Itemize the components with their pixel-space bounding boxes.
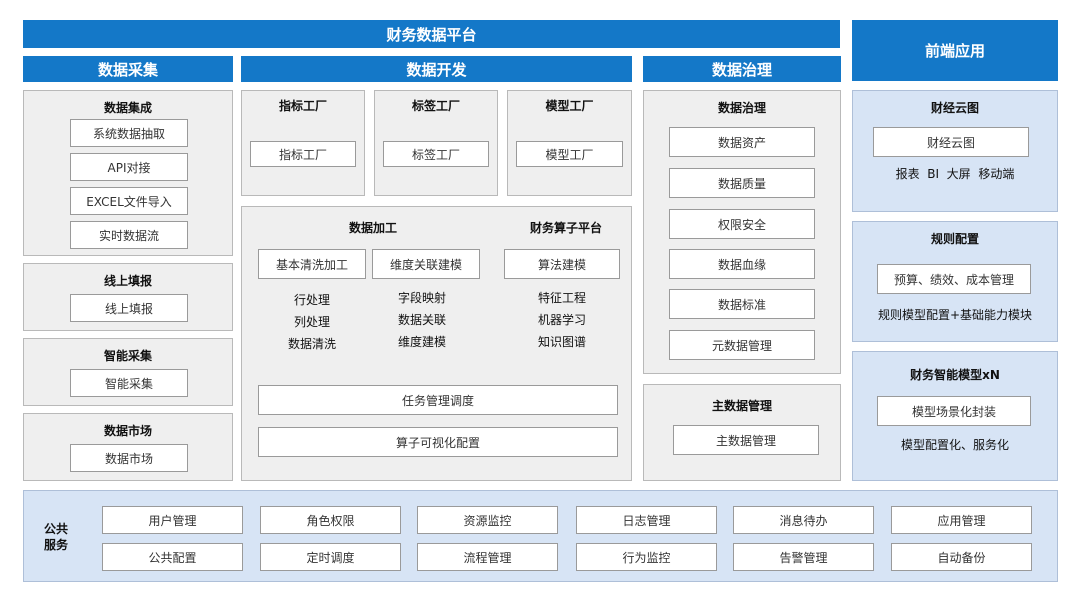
finance-cloud-sub: 报表 BI 大屏 移动端 <box>895 167 1015 181</box>
factory-title: 指标工厂 <box>278 99 327 113</box>
data-integration-title: 数据集成 <box>103 101 152 115</box>
dimension-item: 维度建模 <box>397 335 446 349</box>
dimension-item: 字段映射 <box>397 291 446 305</box>
public-service-item: 日志管理 <box>576 506 717 534</box>
factory-item: 标签工厂 <box>383 141 489 167</box>
master-data-item: 主数据管理 <box>673 425 819 455</box>
factory-item: 指标工厂 <box>250 141 356 167</box>
public-services-label: 公共服务 <box>43 522 68 552</box>
section-collect: 数据采集 <box>23 56 233 82</box>
panel-model-factory: 模型工厂 模型工厂 <box>507 90 632 196</box>
integration-item: 实时数据流 <box>70 221 188 249</box>
governance-item: 权限安全 <box>669 209 815 239</box>
platform-title-bar: 财务数据平台 <box>23 20 840 48</box>
governance-item: 数据质量 <box>669 168 815 198</box>
factory-title: 标签工厂 <box>411 99 460 113</box>
governance-item: 元数据管理 <box>669 330 815 360</box>
section-govern: 数据治理 <box>643 56 841 82</box>
operator-platform-title: 财务算子平台 <box>529 221 602 235</box>
smart-collect-title: 智能采集 <box>103 349 152 363</box>
online-fill-title: 线上填报 <box>103 274 152 288</box>
rule-config-item: 预算、绩效、成本管理 <box>877 264 1031 294</box>
public-service-item: 自动备份 <box>891 543 1032 571</box>
panel-public-services: 公共服务 用户管理 角色权限 资源监控 日志管理 消息待办 应用管理 公共配置 … <box>23 490 1058 582</box>
panel-smart-model: 财务智能模型xN 模型场景化封装 模型配置化、服务化 <box>852 351 1058 481</box>
data-market-title: 数据市场 <box>103 424 152 438</box>
dimension-item: 数据关联 <box>397 313 446 327</box>
smart-model-sub: 模型配置化、服务化 <box>900 438 1009 452</box>
operator-visual-box: 算子可视化配置 <box>258 427 618 457</box>
smart-model-title: 财务智能模型xN <box>910 368 1000 382</box>
master-data-title: 主数据管理 <box>711 399 772 413</box>
algorithm-model-box: 算法建模 <box>504 249 620 279</box>
rule-config-title: 规则配置 <box>930 232 979 246</box>
factory-item: 模型工厂 <box>516 141 623 167</box>
governance-item: 数据标准 <box>669 289 815 319</box>
section-develop: 数据开发 <box>241 56 632 82</box>
public-service-item: 用户管理 <box>102 506 243 534</box>
online-fill-item: 线上填报 <box>70 294 188 322</box>
panel-data-governance: 数据治理 数据资产 数据质量 权限安全 数据血缘 数据标准 元数据管理 <box>643 90 841 374</box>
panel-master-data: 主数据管理 主数据管理 <box>643 384 841 481</box>
governance-item: 数据资产 <box>669 127 815 157</box>
public-service-item: 角色权限 <box>260 506 401 534</box>
clean-item: 数据清洗 <box>287 337 336 351</box>
operator-item: 机器学习 <box>537 313 586 327</box>
finance-cloud-title: 财经云图 <box>930 101 979 115</box>
smart-model-item: 模型场景化封装 <box>877 396 1031 426</box>
panel-data-processing: 数据加工 财务算子平台 基本清洗加工 维度关联建模 算法建模 行处理 列处理 数… <box>241 206 632 481</box>
rule-config-sub: 规则模型配置+基础能力模块 <box>877 308 1033 322</box>
panel-data-integration: 数据集成 系统数据抽取 API对接 EXCEL文件导入 实时数据流 <box>23 90 233 256</box>
panel-smart-collect: 智能采集 智能采集 <box>23 338 233 406</box>
governance-item: 数据血缘 <box>669 249 815 279</box>
public-service-item: 定时调度 <box>260 543 401 571</box>
data-market-item: 数据市场 <box>70 444 188 472</box>
task-schedule-box: 任务管理调度 <box>258 385 618 415</box>
public-service-item: 消息待办 <box>733 506 874 534</box>
public-service-item: 公共配置 <box>102 543 243 571</box>
integration-item: API对接 <box>70 153 188 181</box>
governance-title: 数据治理 <box>717 101 766 115</box>
panel-rule-config: 规则配置 预算、绩效、成本管理 规则模型配置+基础能力模块 <box>852 221 1058 342</box>
panel-indicator-factory: 指标工厂 指标工厂 <box>241 90 365 196</box>
public-service-item: 资源监控 <box>417 506 558 534</box>
operator-item: 特征工程 <box>537 291 586 305</box>
factory-title: 模型工厂 <box>545 99 594 113</box>
clean-item: 列处理 <box>293 315 330 329</box>
operator-item: 知识图谱 <box>537 335 586 349</box>
panel-tag-factory: 标签工厂 标签工厂 <box>374 90 498 196</box>
basic-clean-box: 基本清洗加工 <box>258 249 366 279</box>
clean-item: 行处理 <box>293 293 330 307</box>
integration-item: EXCEL文件导入 <box>70 187 188 215</box>
dimension-model-box: 维度关联建模 <box>372 249 480 279</box>
public-service-item: 行为监控 <box>576 543 717 571</box>
panel-finance-cloud: 财经云图 财经云图 报表 BI 大屏 移动端 <box>852 90 1058 212</box>
smart-collect-item: 智能采集 <box>70 369 188 397</box>
finance-cloud-item: 财经云图 <box>873 127 1029 157</box>
public-service-item: 流程管理 <box>417 543 558 571</box>
data-processing-title: 数据加工 <box>348 221 397 235</box>
public-service-item: 告警管理 <box>733 543 874 571</box>
panel-online-fill: 线上填报 线上填报 <box>23 263 233 331</box>
frontend-title-bar: 前端应用 <box>852 20 1058 81</box>
integration-item: 系统数据抽取 <box>70 119 188 147</box>
public-service-item: 应用管理 <box>891 506 1032 534</box>
panel-data-market: 数据市场 数据市场 <box>23 413 233 481</box>
